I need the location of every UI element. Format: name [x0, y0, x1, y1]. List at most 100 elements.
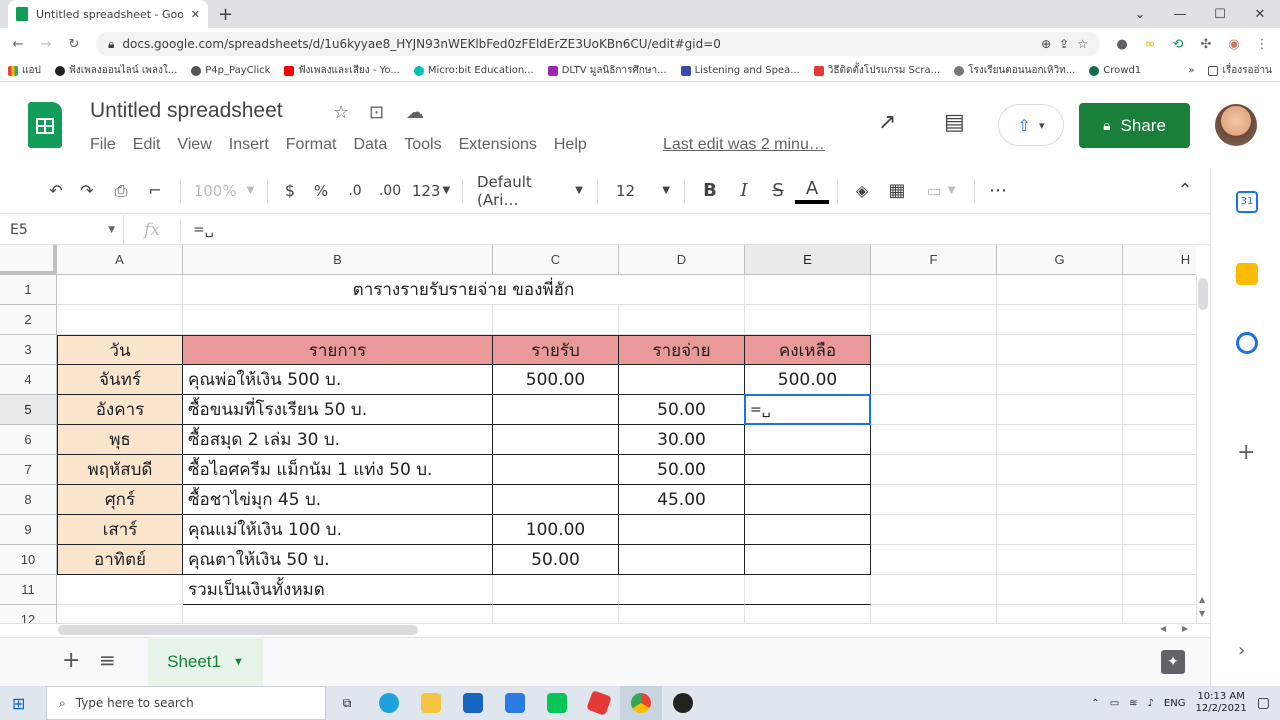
obs-icon[interactable] — [662, 686, 704, 720]
fill-color-icon[interactable]: ◈ — [846, 176, 878, 206]
menu-tools[interactable]: Tools — [404, 136, 441, 154]
cell[interactable] — [1123, 455, 1196, 485]
header-cell[interactable]: วัน — [57, 335, 183, 365]
row-header-9[interactable]: 9 — [0, 515, 57, 545]
day-cell[interactable]: ศุกร์ — [57, 485, 183, 515]
text-color-button[interactable]: A — [795, 178, 829, 204]
cell[interactable] — [57, 305, 183, 335]
mail-icon[interactable] — [494, 686, 536, 720]
total-row-cell[interactable] — [57, 575, 183, 605]
menu-format[interactable]: Format — [286, 136, 337, 154]
extensions-puzzle-icon[interactable]: ✣ — [1194, 37, 1218, 52]
cell[interactable] — [997, 335, 1123, 365]
expand-panel-icon[interactable]: › — [1238, 640, 1245, 661]
day-cell[interactable]: เสาร์ — [57, 515, 183, 545]
borders-icon[interactable]: ▦ — [878, 176, 916, 206]
cell[interactable] — [871, 575, 997, 605]
bookmark-item[interactable]: วิธีติดตั้งโปรแกรม Scra... — [813, 63, 940, 78]
formula-input[interactable]: =␣ — [180, 218, 214, 241]
cloud-status-icon[interactable]: ☁ — [406, 102, 424, 123]
amount-cell[interactable] — [745, 455, 871, 485]
reload-icon[interactable]: ↻ — [62, 37, 86, 52]
vertical-scrollbar[interactable] — [1196, 275, 1210, 623]
wifi-icon[interactable]: ≋ — [1129, 698, 1137, 709]
bold-button[interactable]: B — [693, 176, 727, 206]
amount-cell[interactable]: 45.00 — [619, 485, 745, 515]
cell[interactable] — [871, 515, 997, 545]
cell[interactable] — [183, 305, 493, 335]
scroll-up-icon[interactable]: ▲ — [1199, 595, 1205, 604]
column-header-b[interactable]: B — [183, 245, 493, 275]
row-header-6[interactable]: 6 — [0, 425, 57, 455]
menu-extensions[interactable]: Extensions — [459, 136, 537, 154]
bookmark-apps[interactable]: แอป — [8, 63, 41, 78]
cell[interactable] — [57, 605, 183, 623]
chrome-icon[interactable] — [620, 686, 662, 720]
bookmark-item[interactable]: Micro:bit Education... — [413, 65, 534, 76]
extension-icon-3[interactable]: ⟲ — [1166, 37, 1190, 52]
task-view-icon[interactable]: ⧉ — [326, 686, 368, 720]
cell[interactable] — [745, 305, 871, 335]
tasks-icon[interactable] — [1236, 332, 1258, 354]
close-tab-icon[interactable]: ✕ — [191, 8, 200, 21]
column-header-c[interactable]: C — [493, 245, 619, 275]
cell[interactable] — [1123, 305, 1196, 335]
column-header-a[interactable]: A — [57, 245, 183, 275]
windows-start-icon[interactable]: ⊞ — [12, 694, 25, 713]
amount-cell[interactable] — [745, 515, 871, 545]
total-row-cell[interactable] — [493, 575, 619, 605]
comments-icon[interactable]: ▤ — [944, 110, 965, 135]
keep-icon[interactable] — [1236, 263, 1258, 285]
browser-menu-icon[interactable]: ⋮ — [1250, 37, 1274, 52]
cell[interactable] — [871, 545, 997, 575]
cell[interactable] — [997, 425, 1123, 455]
bookmark-item[interactable]: DLTV มูลนิธิการศึกษา... — [547, 63, 667, 78]
cell[interactable] — [1123, 575, 1196, 605]
amount-cell[interactable] — [619, 365, 745, 395]
amount-cell[interactable] — [745, 545, 871, 575]
cell[interactable] — [1123, 365, 1196, 395]
battery-icon[interactable]: ▭ — [1110, 698, 1119, 709]
menu-help[interactable]: Help — [554, 136, 587, 154]
horizontal-scroll-thumb[interactable] — [58, 625, 418, 635]
select-all-corner[interactable] — [0, 245, 57, 275]
chevron-down-icon[interactable]: ▼ — [233, 656, 244, 668]
app-icon[interactable] — [578, 686, 620, 720]
move-folder-icon[interactable]: ⊡ — [369, 102, 384, 123]
italic-button[interactable]: I — [727, 176, 761, 206]
amount-cell[interactable] — [745, 485, 871, 515]
paint-format-icon[interactable]: ⌐ — [138, 176, 172, 206]
font-family-select[interactable]: Default (Ari… ▼ — [471, 173, 589, 209]
more-options-icon[interactable]: ⋯ — [983, 176, 1013, 206]
row-header-4[interactable]: 4 — [0, 365, 57, 395]
total-row-cell[interactable] — [619, 575, 745, 605]
amount-cell[interactable] — [745, 425, 871, 455]
header-cell[interactable]: คงเหลือ — [745, 335, 871, 365]
cell[interactable] — [871, 305, 997, 335]
cell[interactable] — [997, 485, 1123, 515]
day-cell[interactable]: จันทร์ — [57, 365, 183, 395]
sheets-logo-icon[interactable] — [28, 102, 62, 148]
scroll-down-icon[interactable]: ▼ — [1199, 609, 1205, 618]
selected-cell-editor[interactable]: =␣ — [744, 394, 871, 425]
extension-icon-1[interactable]: ● — [1110, 37, 1134, 52]
store-icon[interactable] — [452, 686, 494, 720]
day-cell[interactable]: พุธ — [57, 425, 183, 455]
row-header-7[interactable]: 7 — [0, 455, 57, 485]
share-button[interactable]: 🔒︎ Share — [1079, 103, 1190, 148]
redo-icon[interactable]: ↷ — [70, 176, 104, 206]
avatar[interactable] — [1215, 104, 1257, 146]
cell[interactable] — [871, 605, 997, 623]
amount-cell[interactable]: 100.00 — [493, 515, 619, 545]
header-cell[interactable]: รายรับ — [493, 335, 619, 365]
amount-cell[interactable]: 50.00 — [493, 545, 619, 575]
share-page-icon[interactable]: ⇪ — [1059, 37, 1069, 51]
file-explorer-icon[interactable] — [410, 686, 452, 720]
amount-cell[interactable] — [619, 545, 745, 575]
amount-cell[interactable]: 500.00 — [493, 365, 619, 395]
cell[interactable] — [619, 605, 745, 623]
close-window-icon[interactable]: ✕ — [1240, 7, 1280, 22]
edge-icon[interactable] — [368, 686, 410, 720]
tray-chevron-icon[interactable]: ⌃ — [1091, 698, 1099, 709]
browser-tab[interactable]: Untitled spreadsheet - Google Sh ✕ — [8, 0, 208, 28]
